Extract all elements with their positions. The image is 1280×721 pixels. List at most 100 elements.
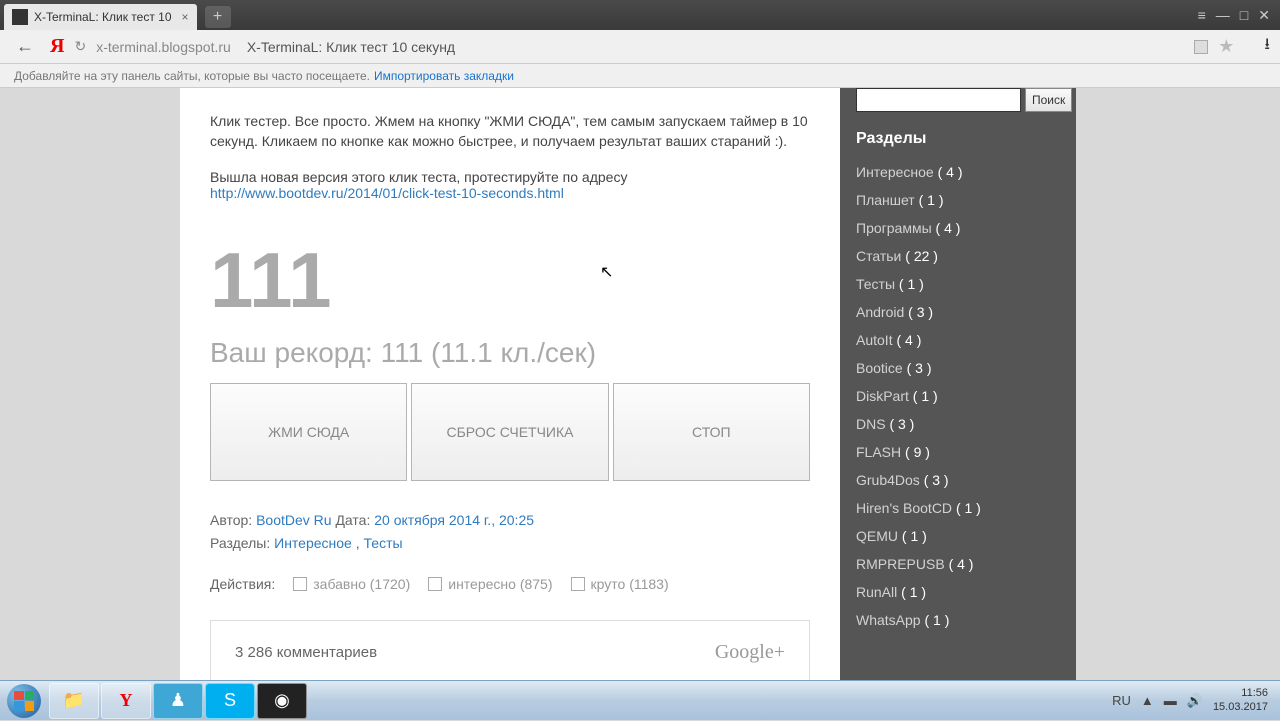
category-link[interactable]: Hiren's BootCD bbox=[856, 500, 952, 516]
category-count: ( 1 ) bbox=[913, 388, 938, 404]
click-counter: 111 bbox=[210, 241, 810, 319]
stop-button[interactable]: СТОП bbox=[613, 383, 810, 481]
category-item[interactable]: DNS ( 3 ) bbox=[856, 416, 1060, 432]
search-input[interactable] bbox=[856, 88, 1021, 112]
bookmark-bar: Добавляйте на эту панель сайты, которые … bbox=[0, 64, 1280, 88]
category-link[interactable]: DNS bbox=[856, 416, 886, 432]
category-item[interactable]: WhatsApp ( 1 ) bbox=[856, 612, 1060, 628]
start-button[interactable] bbox=[0, 681, 48, 721]
page-title: X-TerminaL: Клик тест 10 секунд bbox=[247, 39, 455, 55]
category-link[interactable]: Android bbox=[856, 304, 904, 320]
checkbox-icon[interactable] bbox=[571, 577, 585, 591]
category-link[interactable]: DiskPart bbox=[856, 388, 909, 404]
tab-close-icon[interactable]: × bbox=[182, 10, 189, 24]
category-item[interactable]: Планшет ( 1 ) bbox=[856, 192, 1060, 208]
category-item[interactable]: Программы ( 4 ) bbox=[856, 220, 1060, 236]
import-bookmarks-link[interactable]: Импортировать закладки bbox=[374, 69, 514, 83]
tray-lang[interactable]: RU bbox=[1112, 693, 1131, 708]
comments-count: 3 286 комментариев bbox=[235, 644, 377, 661]
category-item[interactable]: Hiren's BootCD ( 1 ) bbox=[856, 500, 1060, 516]
bookmark-star-icon[interactable]: ★ bbox=[1218, 36, 1234, 57]
search-button[interactable]: Поиск bbox=[1025, 88, 1072, 112]
category-item[interactable]: Интересное ( 4 ) bbox=[856, 164, 1060, 180]
back-button[interactable]: ← bbox=[10, 34, 40, 59]
reaction-interesting[interactable]: интересно (875) bbox=[428, 576, 552, 592]
new-version-text: Вышла новая версия этого клик теста, про… bbox=[210, 169, 810, 201]
category-item[interactable]: FLASH ( 9 ) bbox=[856, 444, 1060, 460]
new-tab-button[interactable]: + bbox=[205, 6, 231, 28]
category-item[interactable]: DiskPart ( 1 ) bbox=[856, 388, 1060, 404]
tray-flag-icon[interactable]: ▲ bbox=[1141, 693, 1154, 708]
checkbox-icon[interactable] bbox=[293, 577, 307, 591]
lock-icon[interactable] bbox=[1194, 40, 1208, 54]
address-bar[interactable]: x-terminal.blogspot.ru bbox=[96, 39, 231, 55]
category-count: ( 1 ) bbox=[902, 528, 927, 544]
downloads-icon[interactable]: ⭳ bbox=[1264, 33, 1270, 60]
section-link[interactable]: Тесты bbox=[364, 535, 403, 551]
category-count: ( 3 ) bbox=[907, 360, 932, 376]
category-link[interactable]: RunAll bbox=[856, 584, 897, 600]
category-count: ( 4 ) bbox=[938, 164, 963, 180]
category-item[interactable]: Bootice ( 3 ) bbox=[856, 360, 1060, 376]
category-link[interactable]: AutoIt bbox=[856, 332, 893, 348]
reactions-row: Действия: забавно (1720) интересно (875)… bbox=[210, 576, 810, 592]
tray-volume-icon[interactable]: 🔊 bbox=[1187, 693, 1203, 709]
reaction-funny[interactable]: забавно (1720) bbox=[293, 576, 410, 592]
category-link[interactable]: QEMU bbox=[856, 528, 898, 544]
category-link[interactable]: Программы bbox=[856, 220, 932, 236]
record-text: Ваш рекорд: 111 (11.1 кл./сек) bbox=[210, 337, 810, 369]
category-count: ( 1 ) bbox=[956, 500, 981, 516]
sidebar-title: Разделы bbox=[856, 130, 1060, 148]
category-count: ( 3 ) bbox=[924, 472, 949, 488]
category-item[interactable]: QEMU ( 1 ) bbox=[856, 528, 1060, 544]
category-item[interactable]: Grub4Dos ( 3 ) bbox=[856, 472, 1060, 488]
category-link[interactable]: Статьи bbox=[856, 248, 901, 264]
taskbar-item-skype[interactable]: S bbox=[205, 683, 255, 719]
category-item[interactable]: RMPREPUSB ( 4 ) bbox=[856, 556, 1060, 572]
browser-toolbar: ← Я ↻ x-terminal.blogspot.ru X-TerminaL:… bbox=[0, 30, 1280, 64]
taskbar-item-app[interactable]: ♟ bbox=[153, 683, 203, 719]
category-link[interactable]: Grub4Dos bbox=[856, 472, 920, 488]
category-item[interactable]: AutoIt ( 4 ) bbox=[856, 332, 1060, 348]
category-link[interactable]: Тесты bbox=[856, 276, 895, 292]
category-count: ( 4 ) bbox=[949, 556, 974, 572]
browser-tab-strip: X-TerminaL: Клик тест 10 × + ≡ — □ ✕ bbox=[0, 0, 1280, 30]
minimize-icon[interactable]: — bbox=[1216, 7, 1230, 24]
category-item[interactable]: Статьи ( 22 ) bbox=[856, 248, 1060, 264]
date-link[interactable]: 20 октября 2014 г., 20:25 bbox=[374, 512, 534, 528]
maximize-icon[interactable]: □ bbox=[1240, 7, 1248, 24]
category-link[interactable]: FLASH bbox=[856, 444, 901, 460]
reload-button[interactable]: ↻ bbox=[74, 38, 86, 55]
category-link[interactable]: Интересное bbox=[856, 164, 934, 180]
tab-favicon bbox=[12, 9, 28, 25]
checkbox-icon[interactable] bbox=[428, 577, 442, 591]
taskbar-item-yandex[interactable]: Y bbox=[101, 683, 151, 719]
category-link[interactable]: Bootice bbox=[856, 360, 903, 376]
comments-header: 3 286 комментариев Google+ bbox=[210, 620, 810, 685]
click-here-button[interactable]: ЖМИ СЮДА bbox=[210, 383, 407, 481]
menu-icon[interactable]: ≡ bbox=[1198, 7, 1206, 24]
taskbar-item-explorer[interactable]: 📁 bbox=[49, 683, 99, 719]
category-count: ( 1 ) bbox=[901, 584, 926, 600]
window-close-icon[interactable]: ✕ bbox=[1258, 7, 1270, 24]
category-link[interactable]: RMPREPUSB bbox=[856, 556, 945, 572]
tray-clock[interactable]: 11:56 15.03.2017 bbox=[1213, 687, 1268, 713]
active-tab[interactable]: X-TerminaL: Клик тест 10 × bbox=[4, 4, 197, 30]
sidebar: Поиск Разделы Интересное ( 4 ) Планшет ( … bbox=[840, 88, 1076, 720]
taskbar-item-obs[interactable]: ◉ bbox=[257, 683, 307, 719]
browser-logo[interactable]: Я bbox=[50, 35, 64, 58]
category-item[interactable]: Тесты ( 1 ) bbox=[856, 276, 1060, 292]
author-link[interactable]: BootDev Ru bbox=[256, 512, 331, 528]
category-link[interactable]: WhatsApp bbox=[856, 612, 921, 628]
reaction-cool[interactable]: круто (1183) bbox=[571, 576, 669, 592]
category-link[interactable]: Планшет bbox=[856, 192, 915, 208]
section-link[interactable]: Интересное bbox=[274, 535, 352, 551]
category-item[interactable]: RunAll ( 1 ) bbox=[856, 584, 1060, 600]
tray-network-icon[interactable]: ▬ bbox=[1164, 693, 1177, 708]
new-version-link[interactable]: http://www.bootdev.ru/2014/01/click-test… bbox=[210, 185, 564, 201]
actions-label: Действия: bbox=[210, 576, 275, 592]
category-count: ( 4 ) bbox=[936, 220, 961, 236]
category-item[interactable]: Android ( 3 ) bbox=[856, 304, 1060, 320]
category-count: ( 1 ) bbox=[919, 192, 944, 208]
reset-counter-button[interactable]: СБРОС СЧЕТЧИКА bbox=[411, 383, 608, 481]
